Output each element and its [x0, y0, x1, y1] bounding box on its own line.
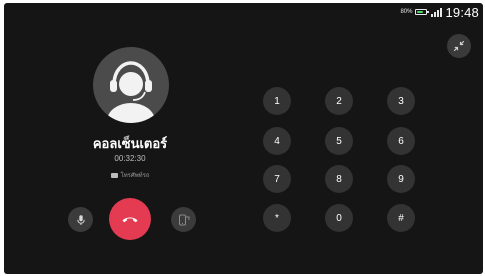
transfer-to-phone-icon — [178, 214, 189, 225]
minimize-button[interactable] — [447, 34, 471, 58]
call-duration: 00:32:30 — [114, 154, 146, 163]
battery-level-fill — [417, 11, 424, 13]
dialpad-key-0[interactable]: 0 — [325, 204, 353, 232]
call-screen: 80% 19:48 คอลเซ็นเตอร์ 00:32:30 โทรศัพท์… — [4, 3, 483, 274]
mute-button[interactable] — [68, 207, 93, 232]
caller-avatar — [93, 47, 169, 123]
end-call-button[interactable] — [109, 198, 151, 240]
battery-percent: 80% — [400, 9, 413, 15]
dialpad-key-3[interactable]: 3 — [387, 87, 415, 115]
battery-icon — [415, 9, 430, 15]
dialpad-key-9[interactable]: 9 — [387, 165, 415, 193]
transfer-call-button[interactable] — [171, 207, 196, 232]
microphone-icon — [76, 214, 85, 225]
dialpad-key-8[interactable]: 8 — [325, 165, 353, 193]
dialpad-key-star[interactable]: * — [263, 204, 291, 232]
status-clock: 19:48 — [445, 4, 479, 20]
dialpad-key-4[interactable]: 4 — [263, 127, 291, 155]
dialpad-key-hash[interactable]: # — [387, 204, 415, 232]
dialpad-key-6[interactable]: 6 — [387, 127, 415, 155]
dialpad-key-2[interactable]: 2 — [325, 87, 353, 115]
caller-name: คอลเซ็นเตอร์ — [92, 136, 168, 151]
status-bar: 80% 19:48 — [400, 4, 479, 20]
call-center-agent-icon — [107, 61, 155, 123]
window-frame: 80% 19:48 คอลเซ็นเตอร์ 00:32:30 โทรศัพท์… — [0, 0, 485, 276]
signal-icon — [431, 7, 443, 17]
hang-up-icon — [122, 217, 138, 223]
dialpad-key-7[interactable]: 7 — [263, 165, 291, 193]
collapse-arrows-icon — [453, 40, 465, 52]
call-source-row: โทรศัพท์รถ — [64, 170, 196, 180]
dialpad-key-1[interactable]: 1 — [263, 87, 291, 115]
car-phone-icon — [110, 172, 118, 178]
call-source-label: โทรศัพท์รถ — [120, 173, 150, 179]
dialpad-key-5[interactable]: 5 — [325, 127, 353, 155]
